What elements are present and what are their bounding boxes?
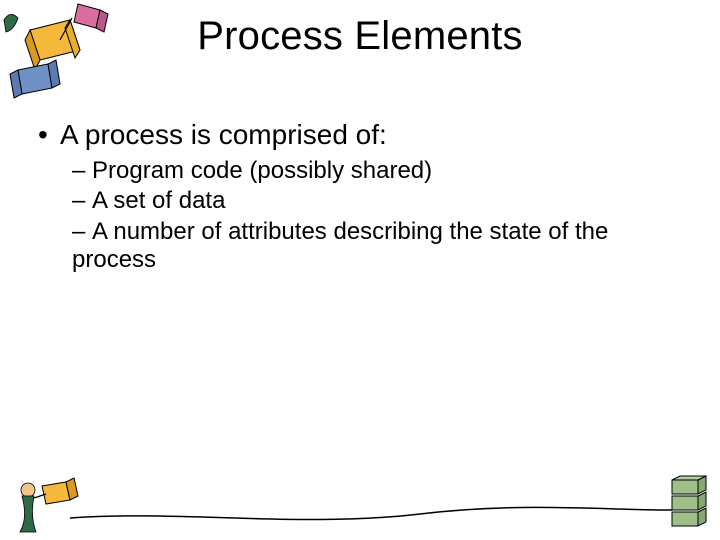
slide-body: •A process is comprised of: –Program cod… [38, 118, 680, 276]
bullet-level2: –A number of attributes describing the s… [72, 218, 680, 275]
bullet-level2-text: A set of data [92, 187, 225, 214]
bullet-dot-icon: • [38, 118, 60, 151]
bullet-level2: –A set of data [72, 187, 680, 215]
decorative-bottom-icon [0, 470, 720, 540]
bullet-dash-icon: – [72, 157, 92, 185]
bullet-level2: –Program code (possibly shared) [72, 157, 680, 185]
bullet-dash-icon: – [72, 218, 92, 246]
bullet-level1-text: A process is comprised of: [60, 119, 387, 150]
bullet-level2-text: A number of attributes describing the st… [72, 218, 608, 273]
slide-title: Process Elements [0, 14, 720, 59]
slide: Process Elements •A process is comprised… [0, 0, 720, 540]
bullet-level2-text: Program code (possibly shared) [92, 157, 432, 184]
bullet-dash-icon: – [72, 187, 92, 215]
bullet-level1: •A process is comprised of: [38, 118, 680, 151]
